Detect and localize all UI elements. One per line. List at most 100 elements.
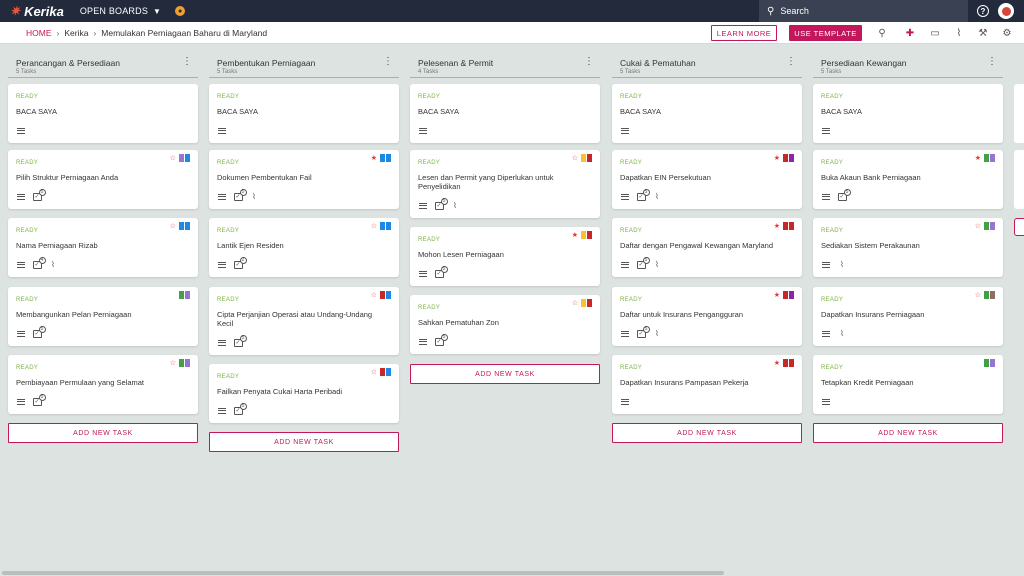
task-title: BACA SAYA — [821, 107, 862, 116]
task-card[interactable]: READY Sahkan Pematuhan Zon ☆ ✓ 5 — [410, 295, 600, 354]
help-icon[interactable]: ? — [977, 5, 989, 17]
more-vert-icon[interactable]: ⋮ — [584, 57, 594, 67]
add-new-task-button[interactable]: ADD NEW TASK — [612, 423, 802, 443]
star-filled-icon[interactable]: ★ — [975, 155, 981, 162]
open-boards-menu[interactable]: OPEN BOARDS ▼ — [80, 6, 161, 16]
task-card[interactable]: READY Dapatkan Insurans Pampasan Pekerja ★ — [612, 355, 802, 414]
checklist-count-badge: 5 — [239, 402, 247, 410]
breadcrumb: HOME › Kerika › Memulakan Perniagaan Bah… — [26, 28, 267, 38]
task-card[interactable]: READY BACA SAYA — [612, 84, 802, 143]
task-flags: ☆ — [371, 222, 391, 230]
search-bar[interactable]: ⚲ Search — [759, 0, 968, 22]
star-outline-icon[interactable]: ☆ — [170, 155, 176, 162]
task-flags: ★ — [371, 154, 391, 162]
add-new-task-button[interactable]: ADD NEW TASK — [410, 364, 600, 384]
column-title[interactable]: Persediaan Kewangan — [821, 58, 907, 68]
task-card[interactable]: READY Dapatkan Insurans Perniagaan ☆ ⌇ — [813, 287, 1003, 346]
column-title[interactable]: Pembentukan Perniagaan — [217, 58, 315, 68]
column-title[interactable]: Pelesenan & Permit — [418, 58, 493, 68]
avatar[interactable] — [998, 3, 1014, 19]
add-new-task-button[interactable]: ADD NEW TASK — [8, 423, 198, 443]
task-card[interactable]: READY Pilih Struktur Perniagaan Anda ☆ ✓ 5 — [8, 150, 198, 209]
star-outline-icon[interactable]: ☆ — [371, 223, 377, 230]
task-card[interactable]: READY Lesen dan Permit yang Diperlukan un… — [410, 150, 600, 218]
task-card[interactable]: READY BACA SAYA — [410, 84, 600, 143]
more-vert-icon[interactable]: ⋮ — [383, 57, 393, 67]
checklist-count-badge: 5 — [440, 265, 448, 273]
star-outline-icon[interactable]: ☆ — [170, 223, 176, 230]
task-title: Pilih Struktur Perniagaan Anda — [16, 173, 119, 182]
description-icon — [620, 260, 630, 269]
task-card[interactable]: READY BACA SAYA — [813, 84, 1003, 143]
tag-flag-icon — [984, 359, 989, 367]
task-card-icons: ✓ 5 — [821, 188, 851, 201]
add-new-task-button[interactable]: ADD NEW TASK — [813, 423, 1003, 443]
basketball-icon[interactable]: ● — [175, 6, 186, 16]
attachment-icon[interactable]: ⌇ — [952, 26, 966, 40]
more-vert-icon[interactable]: ⋮ — [182, 57, 192, 67]
use-template-button[interactable]: USE TEMPLATE — [789, 25, 862, 41]
star-filled-icon[interactable]: ★ — [774, 155, 780, 162]
star-filled-icon[interactable]: ★ — [774, 223, 780, 230]
task-card-icons: ✓ 5 — [418, 265, 448, 278]
column-title[interactable]: Cukai & Pematuhan — [620, 58, 696, 68]
star-outline-icon[interactable]: ☆ — [170, 360, 176, 367]
star-outline-icon[interactable]: ☆ — [572, 155, 578, 162]
star-outline-icon[interactable]: ☆ — [371, 369, 377, 376]
task-card[interactable]: READY Lantik Ejen Residen ☆ ✓ 2 — [209, 218, 399, 277]
learn-more-button[interactable]: LEARN MORE — [711, 25, 777, 41]
task-card[interactable]: READY Mohon Lesen Perniagaan ★ ✓ 5 — [410, 227, 600, 286]
kerika-logo[interactable]: ✷ Kerika — [10, 4, 64, 19]
horizontal-scrollbar[interactable] — [2, 571, 724, 575]
task-card[interactable]: READY Sediakan Sistem Perakaunan ☆ ⌇ — [813, 218, 1003, 277]
column-header: Pelesenan & Permit 4 Tasks ⋮ — [410, 52, 600, 78]
description-icon — [418, 269, 428, 278]
task-card[interactable]: READY BACA SAYA — [209, 84, 399, 143]
column-task-count: 5 Tasks — [620, 69, 641, 75]
tag-flag-icon — [789, 222, 794, 230]
star-filled-icon[interactable]: ★ — [371, 155, 377, 162]
star-filled-icon[interactable]: ★ — [774, 292, 780, 299]
task-card[interactable]: READY Pembiayaan Permulaan yang Selamat ☆ ✓… — [8, 355, 198, 414]
task-card[interactable]: READY Cipta Perjanjian Operasi atau Undan… — [209, 287, 399, 355]
chat-icon[interactable]: ▭ — [928, 26, 942, 40]
star-outline-icon[interactable]: ☆ — [371, 292, 377, 299]
description-icon — [217, 260, 227, 269]
description-icon-glyph — [17, 127, 25, 134]
checklist-icon: ✓ 5 — [233, 334, 247, 347]
settings-icon[interactable]: ⚙ — [1000, 26, 1014, 40]
tag-flag-icon — [783, 154, 788, 162]
add-new-task-button[interactable]: ADD NEW TASK — [209, 432, 399, 452]
tag-flag-icon — [587, 154, 592, 162]
star-filled-icon[interactable]: ★ — [572, 232, 578, 239]
task-card-icons: ✓ 5 ⌇ — [620, 325, 662, 338]
star-filled-icon[interactable]: ★ — [774, 360, 780, 367]
tag-flag-icon — [386, 368, 391, 376]
task-card[interactable]: READY Tetapkan Kredit Perniagaan — [813, 355, 1003, 414]
wrench-icon[interactable]: ⚒ — [976, 26, 990, 40]
description-icon — [821, 192, 831, 201]
task-card[interactable]: READY Dapatkan EIN Persekutuan ★ ✓ 5 ⌇ — [612, 150, 802, 209]
task-card[interactable]: READY BACA SAYA — [8, 84, 198, 143]
task-card[interactable]: READY Daftar dengan Pengawal Kewangan Mar… — [612, 218, 802, 277]
task-card[interactable]: READY Nama Perniagaan Rizab ☆ ✓ 4 ⌇ — [8, 218, 198, 277]
tag-flag-icon — [990, 222, 995, 230]
task-card[interactable]: READY Membangunkan Pelan Perniagaan ✓ 5 — [8, 287, 198, 346]
column-title[interactable]: Perancangan & Persediaan — [16, 58, 120, 68]
star-outline-icon[interactable]: ☆ — [975, 292, 981, 299]
search-icon[interactable]: ⚲ — [875, 26, 889, 40]
breadcrumb-home[interactable]: HOME — [26, 28, 52, 38]
star-outline-icon[interactable]: ☆ — [572, 300, 578, 307]
star-outline-icon[interactable]: ☆ — [975, 223, 981, 230]
more-vert-icon[interactable]: ⋮ — [987, 57, 997, 67]
description-icon — [217, 338, 227, 347]
task-card[interactable]: READY Dokumen Pembentukan Fail ★ ✓ 5 ⌇ — [209, 150, 399, 209]
task-card[interactable]: READY Buka Akaun Bank Perniagaan ★ ✓ 5 — [813, 150, 1003, 209]
breadcrumb-kerika[interactable]: Kerika — [64, 28, 88, 38]
card-peek — [1014, 150, 1024, 209]
task-card[interactable]: READY Failkan Penyata Cukai Harta Peribad… — [209, 364, 399, 423]
task-status: READY — [217, 228, 240, 234]
task-card[interactable]: READY Daftar untuk Insurans Pengangguran ★… — [612, 287, 802, 346]
more-vert-icon[interactable]: ⋮ — [786, 57, 796, 67]
add-person-icon[interactable]: ✚ — [903, 26, 917, 40]
